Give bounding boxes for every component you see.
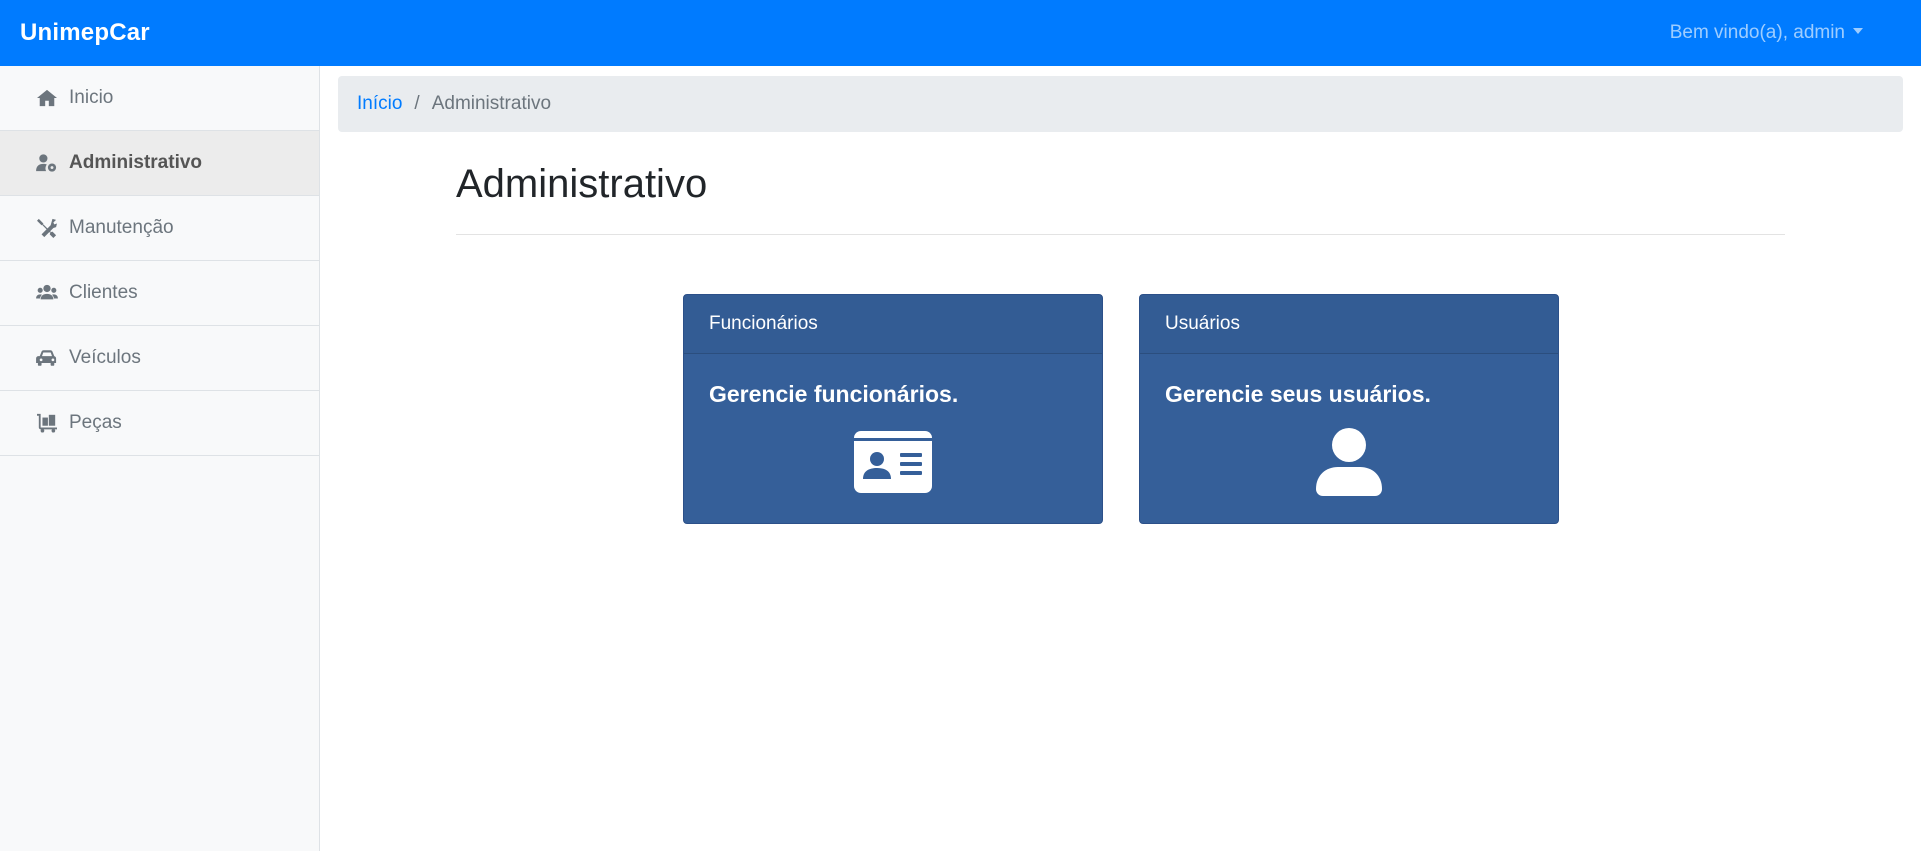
user-menu-dropdown[interactable]: Bem vindo(a), admin (1670, 22, 1863, 44)
caret-down-icon (1853, 28, 1863, 34)
user-icon (1140, 427, 1558, 497)
users-icon (35, 282, 59, 304)
id-card-icon (684, 431, 1102, 493)
sidebar-item-administrativo[interactable]: Administrativo (0, 131, 319, 196)
breadcrumb-current: Administrativo (431, 93, 552, 114)
breadcrumb-home-link[interactable]: Início (357, 93, 402, 115)
sidebar-item-label: Administrativo (69, 152, 203, 173)
card-funcionarios[interactable]: Funcionários Gerencie funcionários. (683, 294, 1103, 524)
sidebar-item-pecas[interactable]: Peças (0, 391, 319, 456)
sidebar: Inicio Administrativo Manutenção Cliente… (0, 66, 320, 851)
top-navbar: UnimepCar Bem vindo(a), admin (0, 0, 1921, 66)
tools-icon (35, 217, 59, 239)
sidebar-item-veiculos[interactable]: Veículos (0, 326, 319, 391)
sidebar-item-clientes[interactable]: Clientes (0, 261, 319, 326)
card-header: Usuários (1140, 295, 1558, 354)
brand-logo[interactable]: UnimepCar (20, 19, 150, 47)
card-text: Gerencie funcionários. (709, 381, 959, 407)
card-text: Gerencie seus usuários. (1165, 381, 1431, 407)
page-title: Administrativo (456, 162, 708, 206)
card-header: Funcionários (684, 295, 1102, 354)
sidebar-item-label: Veículos (69, 347, 141, 368)
sidebar-item-manutencao[interactable]: Manutenção (0, 196, 319, 261)
breadcrumb-separator: / (414, 93, 420, 114)
breadcrumb: Início / Administrativo (338, 76, 1903, 132)
sidebar-item-label: Peças (69, 412, 122, 433)
user-cog-icon (35, 152, 59, 174)
sidebar-item-label: Clientes (69, 282, 138, 303)
home-icon (35, 87, 59, 109)
user-menu-label: Bem vindo(a), admin (1669, 22, 1845, 43)
divider (456, 234, 1785, 235)
dolly-icon (35, 412, 59, 434)
sidebar-item-label: Manutenção (69, 217, 174, 238)
sidebar-item-inicio[interactable]: Inicio (0, 66, 319, 131)
card-usuarios[interactable]: Usuários Gerencie seus usuários. (1139, 294, 1559, 524)
car-icon (35, 347, 59, 369)
sidebar-item-label: Inicio (69, 87, 114, 108)
